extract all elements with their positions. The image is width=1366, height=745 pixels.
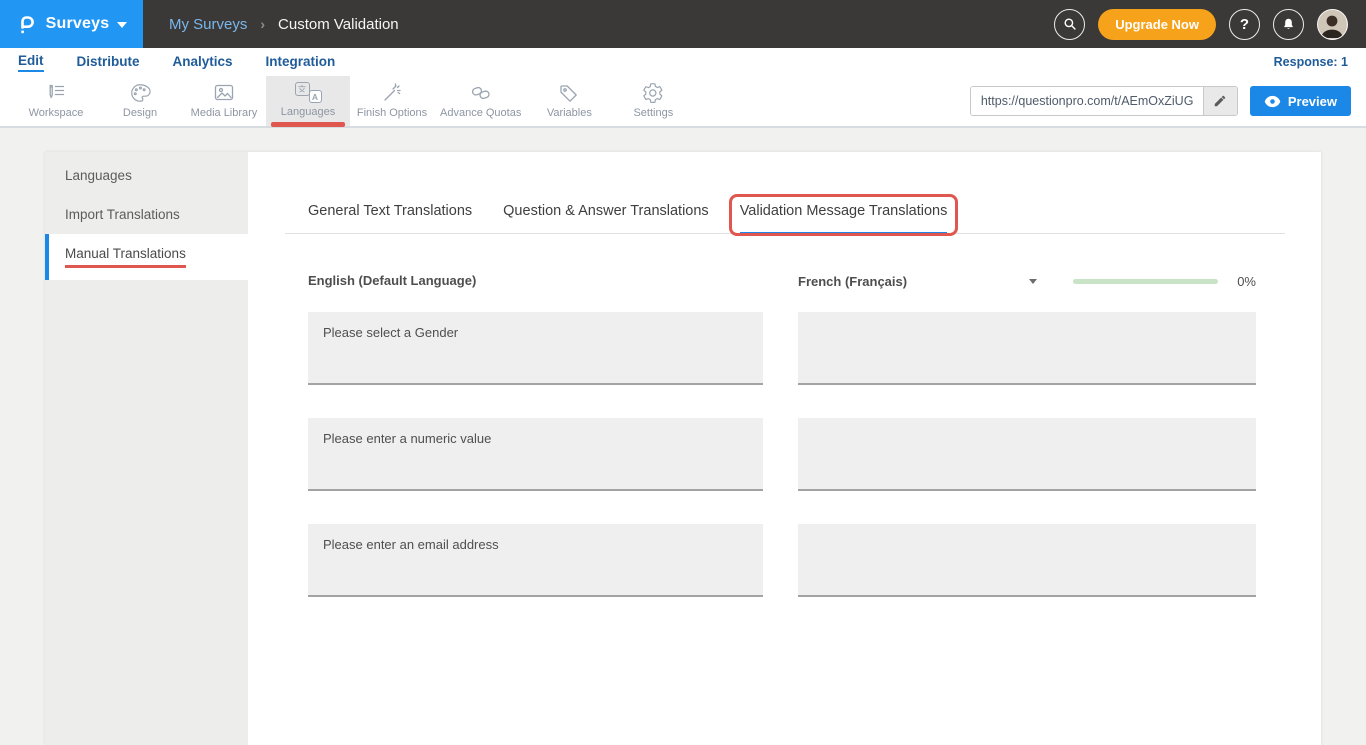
search-icon (1062, 16, 1078, 32)
bell-icon (1281, 16, 1296, 32)
tab-integration[interactable]: Integration (266, 54, 336, 71)
upgrade-now-button[interactable]: Upgrade Now (1098, 9, 1216, 40)
survey-url-input[interactable] (971, 87, 1203, 115)
translation-progress-percent: 0% (1237, 274, 1256, 289)
toolbar-label: Variables (547, 107, 592, 119)
sidebar-item-import-translations[interactable]: Import Translations (45, 195, 248, 234)
breadcrumb-my-surveys[interactable]: My Surveys (169, 16, 247, 33)
tab-label: Validation Message Translations (740, 203, 948, 219)
translation-row: Please enter an email address (308, 524, 1285, 597)
edit-url-button[interactable] (1203, 87, 1237, 115)
toolbar-item-workspace[interactable]: Workspace (14, 76, 98, 126)
chevron-down-icon (117, 22, 127, 28)
response-count[interactable]: Response: 1 (1274, 55, 1348, 69)
edit-toolbar: Workspace Design Media Library A Languag… (0, 76, 1366, 128)
target-input-numeric[interactable] (798, 418, 1256, 491)
user-avatar[interactable] (1317, 9, 1348, 40)
media-library-icon (212, 82, 236, 104)
translation-row: Please select a Gender (308, 312, 1285, 385)
translation-row: Please enter a numeric value (308, 418, 1285, 491)
languages-icon: A (295, 82, 322, 103)
source-text-email: Please enter an email address (308, 524, 763, 597)
page-content: Languages Import Translations Manual Tra… (0, 128, 1366, 745)
tab-edit[interactable]: Edit (18, 53, 44, 72)
help-icon: ? (1240, 16, 1249, 33)
translation-progress-bar (1073, 279, 1218, 284)
toolbar-label: Design (123, 107, 157, 119)
toolbar-label: Workspace (29, 107, 84, 119)
source-text-numeric: Please enter a numeric value (308, 418, 763, 491)
toolbar-item-languages[interactable]: A Languages (266, 76, 350, 126)
breadcrumb: My Surveys › Custom Validation (169, 16, 399, 33)
finish-options-icon (380, 82, 404, 104)
target-input-email[interactable] (798, 524, 1256, 597)
toolbar-item-settings[interactable]: Settings (611, 76, 695, 126)
workspace-icon (44, 82, 68, 104)
design-icon (128, 82, 152, 104)
tab-analytics[interactable]: Analytics (173, 54, 233, 71)
chevron-down-icon (1029, 279, 1037, 284)
annotation-underline-languages (271, 122, 345, 127)
toolbar-item-design[interactable]: Design (98, 76, 182, 126)
advance-quotas-icon (469, 82, 493, 104)
eye-icon (1264, 95, 1281, 108)
pencil-icon (1213, 94, 1227, 108)
tab-question-answer-translations[interactable]: Question & Answer Translations (503, 203, 709, 233)
tab-distribute[interactable]: Distribute (77, 54, 140, 71)
product-name: Surveys (46, 15, 110, 33)
variables-icon (557, 82, 581, 104)
sidebar-item-label: Languages (65, 168, 132, 183)
toolbar-right-group: Preview (970, 76, 1366, 126)
toolbar-item-advance-quotas[interactable]: Advance Quotas (434, 76, 527, 126)
header-actions: Upgrade Now ? (1054, 9, 1366, 40)
tab-general-text-translations[interactable]: General Text Translations (308, 203, 472, 233)
manual-translations-panel: General Text Translations Question & Ans… (248, 152, 1321, 745)
toolbar-item-variables[interactable]: Variables (527, 76, 611, 126)
settings-icon (641, 82, 665, 104)
target-input-gender[interactable] (798, 312, 1256, 385)
languages-card: Languages Import Translations Manual Tra… (45, 152, 1321, 745)
surveys-product-menu[interactable]: Surveys (0, 0, 143, 48)
breadcrumb-current-survey: Custom Validation (278, 16, 399, 33)
translation-tabs: General Text Translations Question & Ans… (285, 203, 1285, 234)
target-language-select[interactable]: French (Français) (798, 274, 1037, 289)
toolbar-label: Settings (633, 107, 673, 119)
top-header: Surveys My Surveys › Custom Validation U… (0, 0, 1366, 48)
notifications-button[interactable] (1273, 9, 1304, 40)
target-language-label: French (Français) (798, 274, 907, 289)
help-button[interactable]: ? (1229, 9, 1260, 40)
languages-sidebar: Languages Import Translations Manual Tra… (45, 152, 248, 745)
survey-section-nav: Edit Distribute Analytics Integration Re… (0, 48, 1366, 76)
toolbar-item-finish-options[interactable]: Finish Options (350, 76, 434, 126)
toolbar-label: Advance Quotas (440, 107, 521, 119)
toolbar-label: Finish Options (357, 107, 427, 119)
source-language-label: English (Default Language) (308, 273, 476, 288)
toolbar-label: Languages (281, 106, 335, 118)
preview-button[interactable]: Preview (1250, 86, 1351, 116)
sidebar-item-label: Manual Translations (65, 246, 186, 268)
source-text-gender: Please select a Gender (308, 312, 763, 385)
questionpro-logo-icon (16, 12, 38, 36)
language-columns-header: English (Default Language) French (Franç… (308, 272, 1285, 290)
toolbar-item-media-library[interactable]: Media Library (182, 76, 266, 126)
sidebar-item-label: Import Translations (65, 207, 180, 222)
toolbar-label: Media Library (191, 107, 258, 119)
survey-url-group (970, 86, 1238, 116)
preview-label: Preview (1288, 94, 1337, 109)
search-button[interactable] (1054, 9, 1085, 40)
tab-validation-message-translations[interactable]: Validation Message Translations (740, 203, 948, 235)
avatar-photo (1318, 10, 1346, 38)
sidebar-item-languages[interactable]: Languages (45, 156, 248, 195)
breadcrumb-separator: › (260, 16, 265, 32)
sidebar-item-manual-translations[interactable]: Manual Translations (45, 234, 248, 280)
